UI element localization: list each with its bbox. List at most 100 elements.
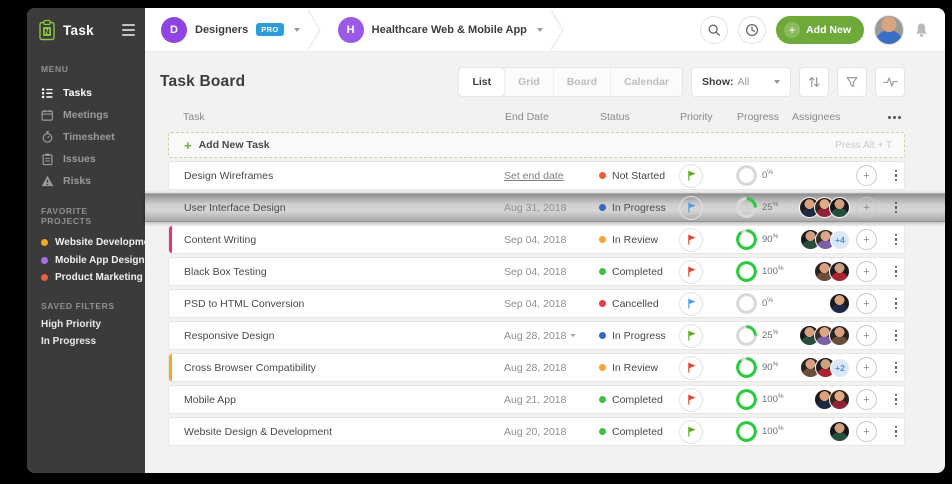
hamburger-menu-icon[interactable] <box>122 24 135 36</box>
assignee-avatar[interactable] <box>829 325 850 346</box>
end-date[interactable]: Aug 20, 2018 <box>504 426 599 438</box>
favorite-projects-list: Website DevelopmentMobile App Design...P… <box>41 234 137 287</box>
favorite-project-item[interactable]: Website Development <box>41 234 137 252</box>
saved-filter-item[interactable]: In Progress <box>41 336 137 353</box>
task-row[interactable]: PSD to HTML Conversion Sep 04, 2018 Canc… <box>168 289 905 318</box>
row-menu-button[interactable] <box>892 231 901 249</box>
board-content: Task Board ListGridBoardCalendar Show: A… <box>145 52 945 446</box>
favorite-project-item[interactable]: Product Marketing Plan <box>41 269 137 287</box>
task-row[interactable]: Mobile App Aug 21, 2018 Completed 100% + <box>168 385 905 414</box>
end-date[interactable]: Set end date <box>504 170 599 182</box>
saved-filter-item[interactable]: High Priority <box>41 319 137 336</box>
row-menu-button[interactable] <box>892 199 901 217</box>
priority-flag-button[interactable] <box>679 164 703 188</box>
priority-flag-button[interactable] <box>679 260 703 284</box>
favorite-project-item[interactable]: Mobile App Design... <box>41 252 137 270</box>
task-row[interactable]: Website Design & Development Aug 20, 201… <box>168 417 905 446</box>
sidebar-item-timesheet[interactable]: Timesheet <box>41 126 137 148</box>
task-row[interactable]: Cross Browser Compatibility Aug 28, 2018… <box>168 353 905 382</box>
column-task[interactable]: Task <box>168 111 505 123</box>
add-assignee-button[interactable]: + <box>856 421 877 442</box>
menu-section-title: MENU <box>41 64 137 74</box>
columns-menu-button[interactable] <box>888 116 901 119</box>
priority-flag-button[interactable] <box>679 388 703 412</box>
priority-flag-button[interactable] <box>679 324 703 348</box>
add-assignee-button[interactable]: + <box>856 293 877 314</box>
show-filter-dropdown[interactable]: Show: All <box>691 67 791 97</box>
more-assignees-badge[interactable]: +4 <box>830 230 850 250</box>
progress-ring <box>736 261 757 282</box>
priority-flag-button[interactable] <box>679 196 703 220</box>
assignee-avatar[interactable] <box>829 389 850 410</box>
add-assignee-button[interactable]: + <box>856 229 877 250</box>
row-menu-button[interactable] <box>892 423 901 441</box>
sidebar-item-tasks[interactable]: Tasks <box>41 82 137 104</box>
activity-button[interactable] <box>875 67 905 97</box>
priority-flag-button[interactable] <box>679 420 703 444</box>
assignee-avatar[interactable] <box>829 421 850 442</box>
task-row[interactable]: User Interface Design Aug 31, 2018 In Pr… <box>145 193 945 222</box>
progress-ring <box>736 293 757 314</box>
sidebar-item-meetings[interactable]: Meetings <box>41 104 137 126</box>
end-date[interactable]: Aug 28, 2018 <box>504 362 599 374</box>
search-button[interactable] <box>700 16 728 44</box>
assignee-avatar[interactable] <box>829 261 850 282</box>
task-row[interactable]: Content Writing Sep 04, 2018 In Review 9… <box>168 225 905 254</box>
add-assignee-button[interactable]: + <box>856 389 877 410</box>
timesheet-icon <box>41 130 54 144</box>
add-assignee-button[interactable]: + <box>856 197 877 218</box>
view-tab-list[interactable]: List <box>459 68 504 96</box>
column-assignees[interactable]: Assignees <box>792 111 878 123</box>
view-tab-calendar[interactable]: Calendar <box>610 68 682 96</box>
sidebar-item-issues[interactable]: Issues <box>41 148 137 170</box>
column-status[interactable]: Status <box>600 111 680 123</box>
add-assignee-button[interactable]: + <box>856 325 877 346</box>
user-avatar[interactable] <box>874 15 904 45</box>
add-new-task-row[interactable]: + Add New Task Press Alt + T <box>168 132 905 158</box>
sort-button[interactable] <box>799 67 829 97</box>
task-title: Website Design & Development <box>184 426 332 438</box>
filter-button[interactable] <box>837 67 867 97</box>
end-date[interactable]: Aug 31, 2018 <box>504 202 599 214</box>
team-selector[interactable]: D Designers PRO <box>145 8 306 52</box>
progress-percent: 100% <box>762 393 784 405</box>
priority-flag-button[interactable] <box>679 292 703 316</box>
task-row[interactable]: Responsive Design Aug 28, 2018 In Progre… <box>168 321 905 350</box>
task-status: Completed <box>599 426 679 438</box>
assignee-avatar[interactable] <box>829 197 850 218</box>
more-assignees-badge[interactable]: +2 <box>830 358 850 378</box>
add-assignee-button[interactable]: + <box>856 357 877 378</box>
end-date[interactable]: Sep 04, 2018 <box>504 298 599 310</box>
favorites-section-title: FAVORITE PROJECTS <box>41 206 137 226</box>
column-priority[interactable]: Priority <box>680 111 737 123</box>
column-end-date[interactable]: End Date <box>505 111 600 123</box>
task-row[interactable]: Black Box Testing Sep 04, 2018 Completed… <box>168 257 905 286</box>
view-tab-grid[interactable]: Grid <box>504 68 553 96</box>
sidebar-item-label: Meetings <box>63 109 109 121</box>
sidebar-item-risks[interactable]: Risks <box>41 170 137 192</box>
recent-activity-button[interactable] <box>738 16 766 44</box>
end-date[interactable]: Aug 28, 2018 <box>504 330 599 342</box>
row-menu-button[interactable] <box>892 167 901 185</box>
task-row[interactable]: Design Wireframes Set end date Not Start… <box>168 161 905 190</box>
assignee-avatar[interactable] <box>829 293 850 314</box>
add-new-button[interactable]: + Add New <box>776 16 864 44</box>
add-assignee-button[interactable]: + <box>856 261 877 282</box>
notifications-bell-icon[interactable] <box>914 22 929 38</box>
priority-flag-button[interactable] <box>679 356 703 380</box>
row-menu-button[interactable] <box>892 263 901 281</box>
end-date[interactable]: Sep 04, 2018 <box>504 234 599 246</box>
filters-section-title: SAVED FILTERS <box>41 301 137 311</box>
column-progress[interactable]: Progress <box>737 111 792 123</box>
add-assignee-button[interactable]: + <box>856 165 877 186</box>
row-menu-button[interactable] <box>892 391 901 409</box>
priority-flag-button[interactable] <box>679 228 703 252</box>
project-selector[interactable]: H Healthcare Web & Mobile App <box>322 8 549 52</box>
end-date[interactable]: Sep 04, 2018 <box>504 266 599 278</box>
row-menu-button[interactable] <box>892 295 901 313</box>
project-color-dot <box>41 274 48 281</box>
row-menu-button[interactable] <box>892 359 901 377</box>
end-date[interactable]: Aug 21, 2018 <box>504 394 599 406</box>
view-tab-board[interactable]: Board <box>553 68 610 96</box>
row-menu-button[interactable] <box>892 327 901 345</box>
